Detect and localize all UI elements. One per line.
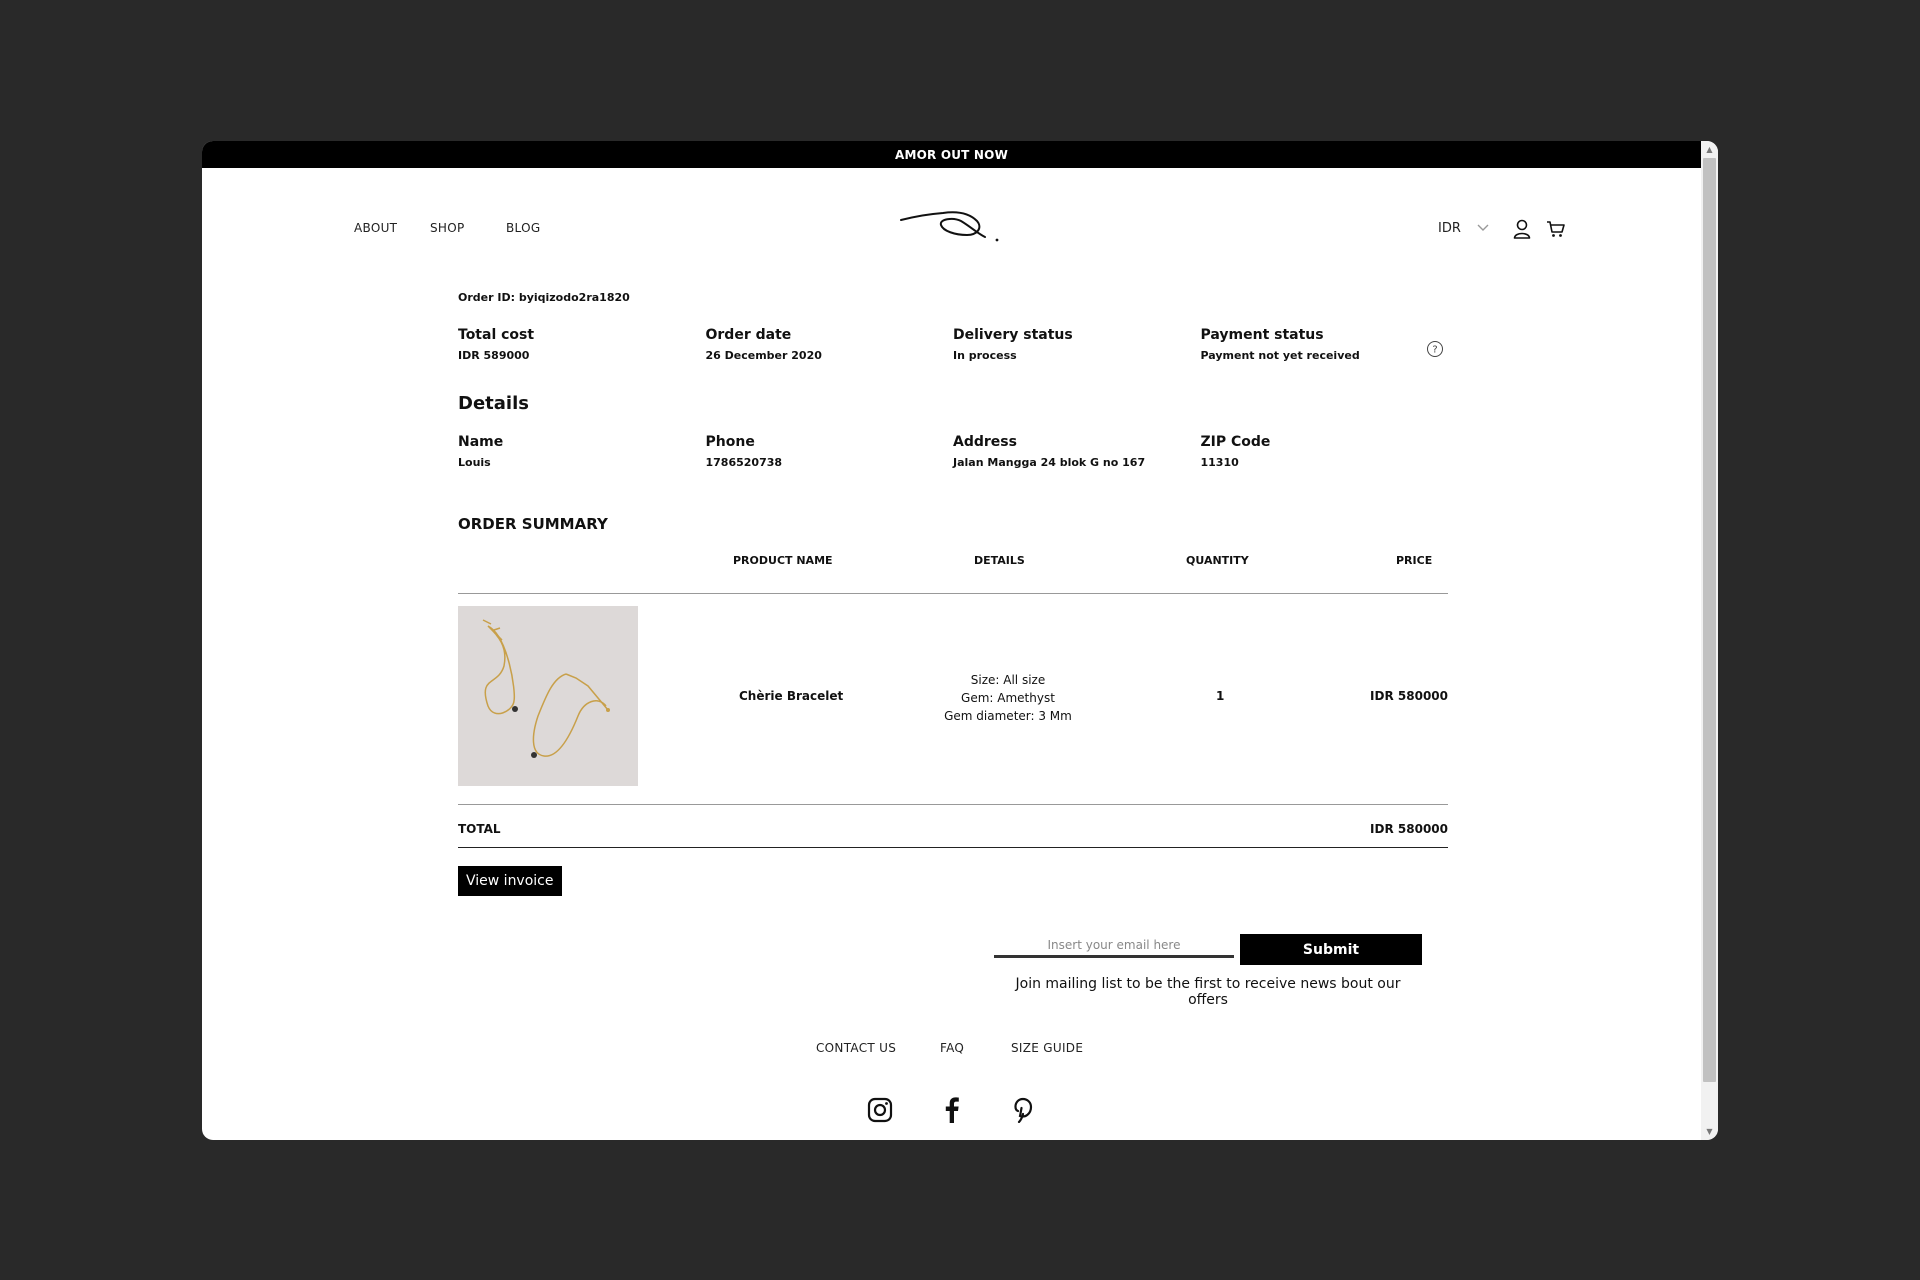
divider [458,593,1448,594]
mailing-note: Join mailing list to be the first to rec… [1015,976,1401,1008]
detail-size: Size: All size [970,673,1046,687]
svg-text:?: ? [1432,345,1437,356]
total-label: TOTAL [458,822,501,836]
delivery-status: Delivery status In process [953,327,1201,362]
total-value: IDR 580000 [1370,822,1448,836]
nav-about[interactable]: ABOUT [354,203,397,253]
facebook-icon[interactable] [938,1096,966,1124]
pinterest-icon[interactable] [1010,1096,1038,1124]
announcement-text[interactable]: AMOR OUT NOW [895,148,1008,162]
email-input[interactable] [994,934,1234,958]
scroll-thumb[interactable] [1703,158,1716,1082]
product-image[interactable] [458,606,638,786]
currency-value: IDR [1438,220,1461,236]
browser-window: AMOR OUT NOW ▲ ▼ ABOUT SHOP BLOG IDR Ord… [202,141,1718,1140]
order-id: Order ID: byiqizodo2ra1820 [458,291,630,304]
scroll-up-arrow-icon[interactable]: ▲ [1701,141,1718,158]
name-label: Name [458,434,504,450]
payment-status-label: Payment status [1200,327,1324,343]
help-icon[interactable]: ? [1426,340,1444,358]
footer-faq[interactable]: FAQ [940,1041,964,1055]
details-heading: Details [458,393,529,414]
order-summary-heading: ORDER SUMMARY [458,515,608,533]
customer-details: Name Louis Phone 1786520738 Address Jala… [458,434,1448,469]
currency-selector[interactable]: IDR [1438,203,1489,253]
footer-size-guide[interactable]: SIZE GUIDE [1011,1041,1083,1055]
view-invoice-button[interactable]: View invoice [458,866,562,896]
zip-value: 11310 [1200,456,1239,469]
product-quantity: 1 [1216,689,1225,703]
payment-status: Payment status Payment not yet received [1201,327,1449,362]
order-date-value: 26 December 2020 [705,349,822,362]
scroll-down-arrow-icon[interactable]: ▼ [1701,1123,1718,1140]
chevron-down-icon [1477,222,1489,234]
order-date-label: Order date [705,327,792,343]
address-field: Address Jalan Mangga 24 blok G no 167 [953,434,1201,469]
nav-blog[interactable]: BLOG [506,203,540,253]
name-field: Name Louis [458,434,706,469]
divider [458,804,1448,805]
name-value: Louis [458,456,491,469]
footer-links: CONTACT US FAQ SIZE GUIDE [202,1041,1701,1061]
total-cost-value: IDR 589000 [458,349,530,362]
zip-field: ZIP Code 11310 [1201,434,1449,469]
address-value: Jalan Mangga 24 blok G no 167 [953,456,1146,469]
divider [458,847,1448,848]
col-details: DETAILS [974,554,1025,567]
cart-icon[interactable] [1545,218,1567,240]
nav-shop[interactable]: SHOP [430,203,465,253]
order-overview: Total cost IDR 589000 Order date 26 Dece… [458,327,1448,362]
delivery-status-value: In process [953,349,1017,362]
detail-gem-diameter: Gem diameter: 3 Mm [944,709,1072,723]
col-product-name: PRODUCT NAME [733,554,833,567]
product-details: Size: All size Gem: Amethyst Gem diamete… [918,671,1098,725]
total-cost-label: Total cost [458,327,535,343]
top-navigation: ABOUT SHOP BLOG IDR [202,203,1701,253]
footer-contact-us[interactable]: CONTACT US [816,1041,896,1055]
scrollbar[interactable]: ▲ ▼ [1701,141,1718,1140]
phone-label: Phone [705,434,755,450]
address-label: Address [953,434,1017,450]
col-price: PRICE [1396,554,1433,567]
total-row: TOTAL IDR 580000 [458,822,1448,836]
col-quantity: QUANTITY [1186,554,1249,567]
submit-button[interactable]: Submit [1240,934,1422,965]
total-cost: Total cost IDR 589000 [458,327,706,362]
user-icon[interactable] [1511,218,1533,240]
phone-value: 1786520738 [705,456,783,469]
brand-logo[interactable] [899,203,1003,253]
instagram-icon[interactable] [866,1096,894,1124]
table-header: PRODUCT NAME DETAILS QUANTITY PRICE [458,554,1448,574]
product-name[interactable]: Chèrie Bracelet [739,689,843,703]
phone-field: Phone 1786520738 [706,434,954,469]
order-date: Order date 26 December 2020 [706,327,954,362]
zip-label: ZIP Code [1200,434,1271,450]
delivery-status-label: Delivery status [953,327,1073,343]
announcement-bar[interactable]: AMOR OUT NOW [202,141,1701,168]
detail-gem: Gem: Amethyst [961,691,1055,705]
product-price: IDR 580000 [1370,689,1448,703]
payment-status-value: Payment not yet received [1200,349,1360,362]
